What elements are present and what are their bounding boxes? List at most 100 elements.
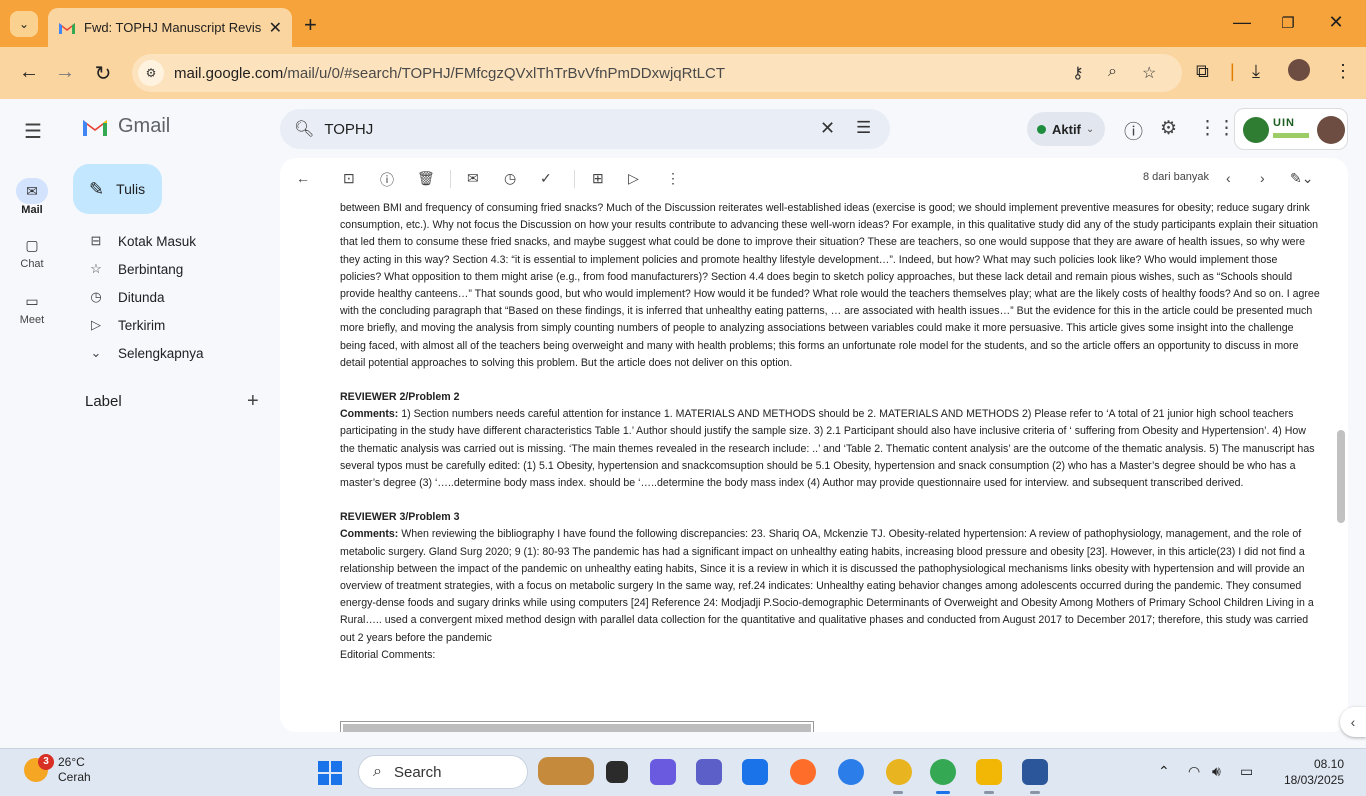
help-icon[interactable]: ⓘ	[1124, 117, 1143, 144]
address-bar[interactable]: ⚙ mail.google.com/mail/u/0/#search/TOPHJ…	[132, 54, 1182, 92]
archive-icon[interactable]: ⊡	[343, 170, 355, 187]
taskbar-search[interactable]: ⌕ Search	[358, 755, 528, 789]
label-icon[interactable]: ▷	[628, 170, 639, 187]
forward-icon[interactable]: →	[54, 61, 76, 84]
profile-avatar[interactable]	[1288, 59, 1310, 81]
gmail-logo[interactable]: Gmail	[82, 115, 170, 138]
sidebar-item-starred[interactable]: ☆ Berbintang	[88, 255, 183, 283]
toolbar-divider	[574, 170, 575, 188]
clock-time: 08.10	[1313, 757, 1344, 771]
reviewer-3-heading: REVIEWER 3/Problem 3	[340, 511, 460, 524]
snooze-icon[interactable]: ◷	[504, 170, 516, 187]
extensions-icon[interactable]: ⧉	[1196, 61, 1209, 82]
search-options-icon[interactable]: ☰	[856, 118, 871, 138]
weather-temp: 26°C	[58, 755, 85, 769]
back-to-list-icon[interactable]: ←	[296, 170, 310, 186]
input-tools-icon[interactable]: ✎⌄	[1290, 170, 1313, 187]
food-widget-icon[interactable]	[538, 757, 594, 785]
add-task-icon[interactable]: ✓	[540, 170, 552, 187]
file-explorer-icon[interactable]	[976, 759, 1002, 785]
new-tab-button[interactable]: +	[304, 12, 317, 38]
gmail-wordmark: Gmail	[118, 115, 171, 137]
sidebar-item-snoozed[interactable]: ◷ Ditunda	[88, 283, 165, 311]
send-icon: ▷	[91, 317, 101, 332]
settings-gear-icon[interactable]: ⚙	[1160, 117, 1177, 140]
move-to-icon[interactable]: ⊞	[592, 170, 604, 187]
download-icon[interactable]: ⤓	[1252, 61, 1260, 82]
url-host: mail.google.com	[174, 64, 284, 82]
running-indicator	[893, 791, 903, 794]
rail-mail[interactable]: ✉ Mail	[0, 178, 64, 216]
clock-date: 18/03/2025	[1283, 773, 1344, 787]
toolbar-divider	[450, 170, 451, 188]
compose-button[interactable]: ✎ Tulis	[73, 164, 162, 214]
system-clock[interactable]: 08.10 18/03/2025	[1274, 756, 1344, 788]
copilot-icon[interactable]	[650, 759, 676, 785]
report-spam-icon[interactable]: ⓘ	[380, 170, 394, 190]
rail-chat[interactable]: ▢ Chat	[0, 232, 64, 271]
status-selector[interactable]: Aktif ⌄	[1027, 112, 1105, 146]
tray-overflow-icon[interactable]: ⌃	[1158, 763, 1170, 780]
mail-search-bar[interactable]: 🔍︎ TOPHJ ✕ ☰	[280, 109, 890, 149]
account-avatar[interactable]	[1317, 116, 1345, 144]
teams-icon[interactable]	[696, 759, 722, 785]
minimize-icon[interactable]: —	[1232, 12, 1252, 33]
volume-icon[interactable]: 🔊︎	[1212, 763, 1221, 780]
sidebar-item-sent[interactable]: ▷ Terkirim	[88, 311, 165, 339]
tab-close-button[interactable]: ✕	[269, 18, 282, 38]
account-switcher[interactable]: UIN	[1234, 108, 1348, 150]
weather-condition: Cerah	[58, 770, 91, 784]
password-key-icon[interactable]: ⚷	[1072, 63, 1084, 83]
labels-heading: Label	[85, 393, 122, 410]
apps-grid-icon[interactable]: ⋮⋮	[1198, 117, 1236, 140]
weather-widget[interactable]: 3 26°C Cerah	[24, 754, 91, 785]
mail-app-icon[interactable]	[742, 759, 768, 785]
rail-meet[interactable]: ▭ Meet	[0, 288, 64, 327]
start-windows-icon[interactable]	[318, 761, 342, 785]
gmail-favicon-icon	[58, 21, 76, 35]
main-menu-icon[interactable]: ☰	[24, 119, 42, 144]
compose-label: Tulis	[116, 181, 146, 197]
sidebar-item-label: Ditunda	[118, 289, 165, 305]
mail-icon: ✉	[16, 178, 48, 204]
email-body: between BMI and frequency of consuming f…	[340, 200, 1320, 664]
chrome-menu-icon[interactable]: ⋮	[1334, 61, 1352, 82]
tab-search-button[interactable]: ⌄	[10, 11, 38, 37]
delete-icon[interactable]: 🗑︎	[417, 170, 435, 187]
restore-icon[interactable]: ❐	[1278, 14, 1298, 32]
reviewer-3-comments: Comments: When reviewing the bibliograph…	[340, 526, 1320, 646]
add-label-button[interactable]: +	[247, 390, 259, 413]
wifi-icon[interactable]: ◠	[1188, 763, 1200, 780]
status-dot-icon	[1037, 124, 1046, 134]
search-icon[interactable]: 🔍︎	[294, 119, 314, 139]
back-icon[interactable]: ←	[18, 61, 40, 84]
sidebar-item-inbox[interactable]: ⊟ Kotak Masuk	[88, 227, 197, 255]
bookmark-star-icon[interactable]: ☆	[1142, 63, 1156, 83]
site-info-icon[interactable]: ⚙	[138, 60, 164, 86]
battery-icon[interactable]: ▭	[1240, 763, 1253, 780]
browser-tab[interactable]: Fwd: TOPHJ Manuscript Revision ✕	[48, 8, 292, 47]
chrome-alt-icon[interactable]	[886, 759, 912, 785]
reviewer-3-text: When reviewing the bibliography I have f…	[340, 528, 1314, 644]
word-icon[interactable]	[1022, 759, 1048, 785]
chevron-down-icon: ⌄	[90, 345, 102, 360]
show-side-panel-button[interactable]: ‹	[1340, 707, 1366, 737]
reviewer-2-comments: Comments: 1) Section numbers needs caref…	[340, 406, 1320, 492]
message-panel: ← ⊡ ⓘ 🗑︎ ✉ ◷ ✓ ⊞ ▷ ⋮ 8 dari banyak ‹ › ✎…	[280, 158, 1348, 732]
scrollbar-thumb[interactable]	[1337, 430, 1345, 523]
more-options-icon[interactable]: ⋮	[666, 170, 680, 187]
mark-unread-icon[interactable]: ✉	[467, 170, 479, 187]
chrome-icon[interactable]	[930, 759, 956, 785]
close-window-icon[interactable]: ✕	[1326, 12, 1346, 33]
chevron-down-icon: ⌄	[18, 17, 30, 31]
task-view-icon[interactable]	[606, 761, 628, 783]
reload-icon[interactable]: ↻	[92, 61, 114, 86]
sidebar-item-more[interactable]: ⌄ Selengkapnya	[88, 339, 204, 367]
help-app-icon[interactable]	[838, 759, 864, 785]
zoom-icon[interactable]: ⌕	[1108, 63, 1117, 81]
firefox-icon[interactable]	[790, 759, 816, 785]
newer-icon[interactable]: ‹	[1226, 170, 1231, 186]
clear-search-icon[interactable]: ✕	[820, 118, 835, 139]
search-input[interactable]: TOPHJ	[324, 121, 373, 138]
older-icon[interactable]: ›	[1260, 170, 1265, 186]
